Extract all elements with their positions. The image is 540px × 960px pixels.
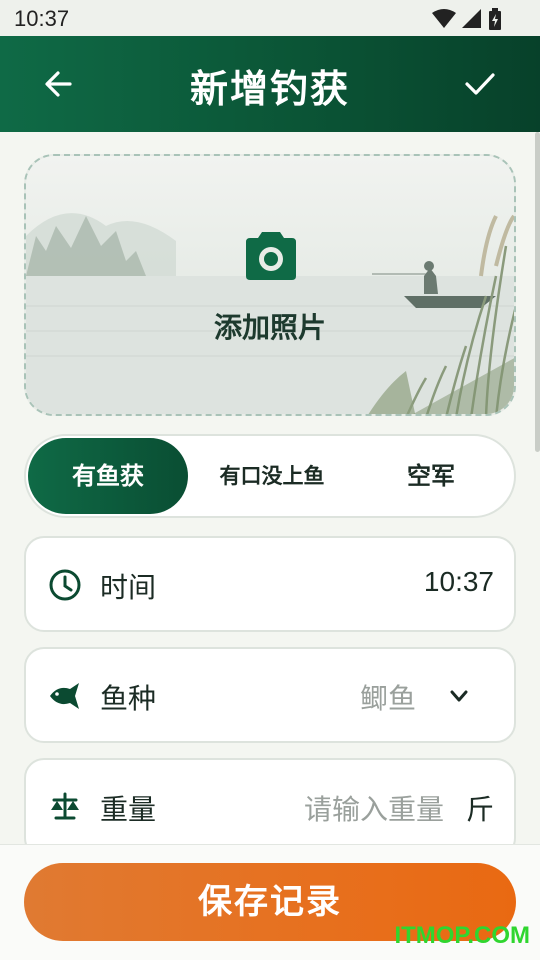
status-bar: 10:37 <box>0 0 540 36</box>
bottom-bar: 保存记录 ITMOP.COM <box>0 844 540 960</box>
app-bar: 新增钓获 <box>0 36 540 132</box>
signal-icon <box>462 9 481 28</box>
time-label: 时间 <box>100 571 157 604</box>
lake-scene-image <box>26 156 514 414</box>
weight-field[interactable]: 重量 请输入重量 斤 <box>24 758 516 844</box>
segment-skunked[interactable]: 空军 <box>356 438 506 514</box>
time-field[interactable]: 时间 10:37 <box>24 536 516 632</box>
battery-icon <box>489 8 501 30</box>
fish-icon <box>50 683 79 709</box>
form-content[interactable]: 添加照片 有鱼获 有口没上鱼 空军 时间 10:37 鱼种 鲫鱼 重量 请输入重… <box>0 132 540 844</box>
add-photo-card[interactable]: 添加照片 <box>24 154 516 416</box>
camera-icon <box>246 232 296 280</box>
scrollbar[interactable] <box>535 132 540 452</box>
scale-icon <box>51 792 79 820</box>
time-value: 10:37 <box>423 566 494 597</box>
segment-has-catch[interactable]: 有鱼获 <box>28 438 188 514</box>
weight-input[interactable]: 请输入重量 <box>304 788 444 828</box>
weight-label: 重量 <box>100 793 157 826</box>
weight-unit: 斤 <box>465 793 494 826</box>
species-label: 鱼种 <box>100 682 157 715</box>
status-time: 10:37 <box>14 6 70 31</box>
segment-bite-no-catch[interactable]: 有口没上鱼 <box>192 438 352 514</box>
chevron-down-icon[interactable] <box>448 685 470 707</box>
add-photo-label: 添加照片 <box>213 311 326 344</box>
species-field[interactable]: 鱼种 鲫鱼 <box>24 647 516 743</box>
species-value: 鲫鱼 <box>359 682 416 715</box>
wifi-icon <box>432 9 456 28</box>
confirm-button[interactable] <box>460 66 500 102</box>
watermark: ITMOP.COM <box>394 922 530 949</box>
status-icons <box>432 8 502 30</box>
catch-result-segment: 有鱼获 有口没上鱼 空军 <box>24 434 516 518</box>
clock-icon <box>49 569 81 601</box>
check-icon <box>465 73 495 95</box>
page-title: 新增钓获 <box>189 67 350 111</box>
